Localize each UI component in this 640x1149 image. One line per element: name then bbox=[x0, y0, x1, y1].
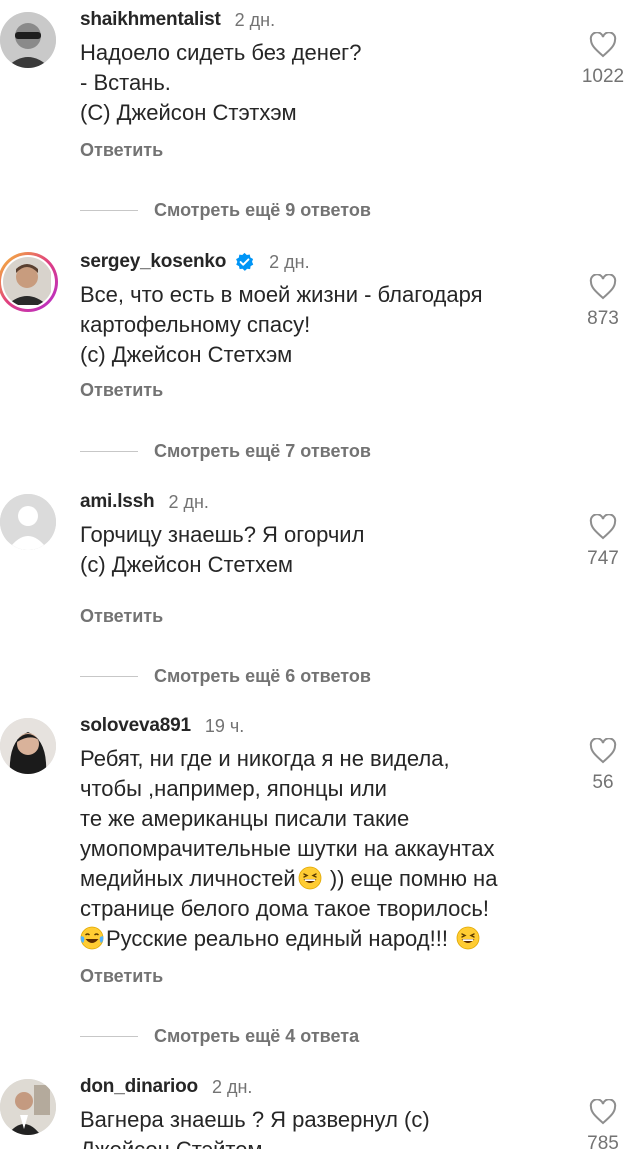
like-control: 56 bbox=[578, 738, 628, 794]
comment-text-fragment: медийных личностей bbox=[80, 866, 296, 891]
grinning-squinting-emoji bbox=[456, 926, 480, 950]
avatar[interactable] bbox=[0, 252, 58, 312]
like-count: 785 bbox=[587, 1133, 619, 1149]
username[interactable]: shaikhmentalist bbox=[80, 9, 221, 31]
face-with-tears-of-joy-emoji bbox=[80, 926, 104, 950]
comment-text-line: медийных личностей )) еще помню на bbox=[80, 864, 580, 894]
heart-outline-icon[interactable] bbox=[589, 1099, 617, 1125]
username[interactable]: don_dinarioo bbox=[80, 1076, 198, 1098]
comment-text: Вагнера знаешь ? Я развернул (с) Джейсон… bbox=[80, 1107, 430, 1149]
comment-text-fragment: )) еще помню на bbox=[323, 866, 498, 891]
comment-header: ami.lssh 2 дн. bbox=[80, 490, 209, 514]
heart-outline-icon[interactable] bbox=[589, 514, 617, 540]
verified-badge-icon bbox=[236, 252, 254, 271]
like-control: 747 bbox=[578, 514, 628, 570]
comment-header: soloveva891 19 ч. bbox=[80, 714, 244, 738]
comment-item: soloveva891 19 ч. Ребят, ни где и никогд… bbox=[0, 714, 640, 1054]
comment-text: Все, что есть в моей жизни - благодаря к… bbox=[80, 282, 483, 367]
avatar-ring bbox=[1, 255, 55, 309]
comment-time: 2 дн. bbox=[269, 251, 310, 272]
comment-item: shaikhmentalist 2 дн. Надоело сидеть без… bbox=[0, 8, 640, 220]
reply-button[interactable]: Ответить bbox=[80, 966, 163, 987]
avatar[interactable] bbox=[0, 718, 56, 774]
comment-header: don_dinarioo 2 дн. bbox=[80, 1075, 252, 1099]
comment-text-line: те же американцы писали такие bbox=[80, 806, 410, 831]
avatar-image bbox=[3, 257, 53, 307]
username[interactable]: soloveva891 bbox=[80, 715, 191, 737]
comment-text-line: странице белого дома такое творилось! bbox=[80, 896, 489, 921]
view-more-replies[interactable]: Смотреть ещё 7 ответов bbox=[80, 439, 371, 463]
heart-outline-icon[interactable] bbox=[589, 274, 617, 300]
comment-text-line: Ребят, ни где и никогда я не видела, bbox=[80, 746, 450, 771]
comment-header: sergey_kosenko 2 дн. bbox=[80, 250, 310, 274]
comment-header: shaikhmentalist 2 дн. bbox=[80, 8, 275, 32]
comment-item: don_dinarioo 2 дн. Вагнера знаешь ? Я ра… bbox=[0, 1075, 640, 1149]
like-count: 1022 bbox=[581, 66, 625, 87]
like-count: 873 bbox=[587, 308, 619, 329]
username[interactable]: ami.lssh bbox=[80, 491, 155, 513]
reply-button[interactable]: Ответить bbox=[80, 140, 163, 161]
divider-line bbox=[80, 450, 138, 452]
view-more-replies-label[interactable]: Смотреть ещё 6 ответов bbox=[154, 666, 371, 687]
reply-button[interactable]: Ответить bbox=[80, 606, 163, 627]
comment-text-line: умопомрачительные шутки на аккаунтах bbox=[80, 836, 495, 861]
comment-item: sergey_kosenko 2 дн. Все, что есть в мое… bbox=[0, 250, 640, 463]
view-more-replies[interactable]: Смотреть ещё 4 ответа bbox=[80, 1024, 359, 1048]
comment-text-fragment: Русские реально единый народ!!! bbox=[106, 926, 455, 951]
comment-time: 19 ч. bbox=[204, 715, 245, 736]
comment-text: Надоело сидеть без денег? - Встань. (С) … bbox=[80, 40, 362, 125]
like-count: 747 bbox=[587, 548, 619, 569]
comment-item: ami.lssh 2 дн. Горчицу знаешь? Я огорчил… bbox=[0, 490, 640, 690]
view-more-replies[interactable]: Смотреть ещё 9 ответов bbox=[80, 198, 371, 222]
like-control: 785 bbox=[578, 1099, 628, 1149]
grinning-squinting-emoji bbox=[298, 866, 322, 890]
comment-text: Горчицу знаешь? Я огорчил (с) Джейсон Ст… bbox=[80, 522, 365, 577]
view-more-replies-label[interactable]: Смотреть ещё 9 ответов bbox=[154, 200, 371, 221]
comments-screen: shaikhmentalist 2 дн. Надоело сидеть без… bbox=[0, 0, 640, 1149]
avatar[interactable] bbox=[0, 1079, 56, 1135]
comment-text-line: Русские реально единый народ!!! bbox=[80, 924, 580, 954]
comment-time: 2 дн. bbox=[168, 491, 209, 512]
heart-outline-icon[interactable] bbox=[589, 32, 617, 58]
comment-text: Ребят, ни где и никогда я не видела, что… bbox=[80, 744, 580, 954]
username[interactable]: sergey_kosenko bbox=[80, 251, 226, 273]
divider-line bbox=[80, 675, 138, 677]
divider-line bbox=[80, 1035, 138, 1037]
like-count: 56 bbox=[592, 772, 614, 793]
avatar[interactable] bbox=[0, 12, 56, 68]
view-more-replies-label[interactable]: Смотреть ещё 7 ответов bbox=[154, 441, 371, 462]
comment-time: 2 дн. bbox=[234, 9, 276, 30]
view-more-replies[interactable]: Смотреть ещё 6 ответов bbox=[80, 664, 371, 688]
reply-button[interactable]: Ответить bbox=[80, 380, 163, 401]
view-more-replies-label[interactable]: Смотреть ещё 4 ответа bbox=[154, 1026, 359, 1047]
like-control: 873 bbox=[578, 274, 628, 330]
avatar[interactable] bbox=[0, 494, 56, 550]
like-control: 1022 bbox=[578, 32, 628, 88]
divider-line bbox=[80, 209, 138, 211]
comment-text-line: чтобы ,например, японцы или bbox=[80, 776, 387, 801]
comment-time: 2 дн. bbox=[211, 1076, 253, 1097]
heart-outline-icon[interactable] bbox=[589, 738, 617, 764]
